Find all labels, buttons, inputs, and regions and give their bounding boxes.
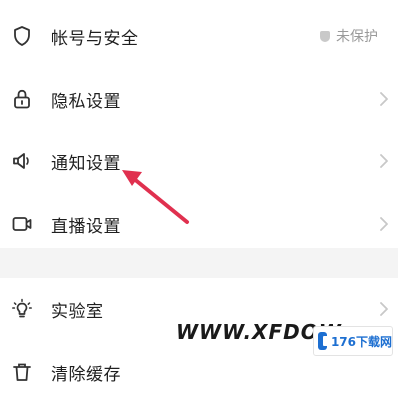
video-camera-icon: [10, 212, 34, 236]
settings-item-label: 实验室: [51, 301, 104, 322]
settings-item-label: 通知设置: [51, 153, 121, 174]
account-protection-status: 未保护: [320, 26, 378, 46]
speaker-icon: [10, 149, 34, 173]
chevron-right-icon: [378, 214, 390, 234]
status-text: 未保护: [336, 29, 378, 45]
chevron-right-icon: [378, 151, 390, 171]
chevron-right-icon: [378, 89, 390, 109]
watermark-badge-text: 176下载网: [330, 334, 392, 349]
chevron-right-icon: [378, 299, 390, 319]
watermark-badge: 176下载网: [313, 326, 393, 356]
settings-item-live-streaming[interactable]: 直播设置: [0, 193, 398, 255]
settings-item-account-security[interactable]: 帐号与安全 未保护: [0, 5, 398, 67]
settings-item-label: 清除缓存: [51, 364, 121, 385]
shield-icon: [10, 24, 34, 48]
settings-item-label: 帐号与安全: [51, 28, 139, 49]
lock-icon: [10, 87, 34, 111]
status-shield-icon: [320, 30, 330, 42]
settings-item-privacy[interactable]: 隐私设置: [0, 68, 398, 130]
trash-icon: [10, 360, 34, 384]
settings-item-label: 直播设置: [51, 216, 121, 237]
site-logo-icon: [318, 332, 331, 350]
settings-item-label: 隐私设置: [51, 91, 121, 112]
lightbulb-icon: [10, 297, 34, 321]
settings-item-notifications[interactable]: 通知设置: [0, 130, 398, 192]
